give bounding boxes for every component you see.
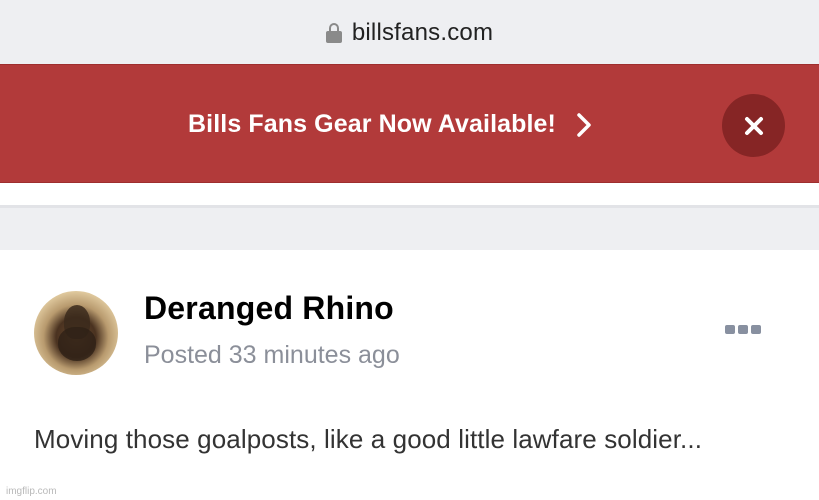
watermark: imgflip.com [6,486,57,497]
promo-banner-text: Bills Fans Gear Now Available! [188,110,556,138]
url-container[interactable]: billsfans.com [325,19,493,47]
post-body: Moving those goalposts, like a good litt… [34,424,703,454]
more-options-button[interactable] [725,322,761,336]
lock-icon [325,23,342,43]
section-gap [0,208,819,250]
forum-post: Deranged Rhino Posted 33 minutes ago Mov… [0,250,819,500]
more-options-icon [725,324,735,334]
browser-url-bar[interactable]: billsfans.com [0,0,819,64]
close-banner-button[interactable] [722,94,785,157]
promo-banner: Bills Fans Gear Now Available! [0,64,819,183]
more-options-icon [738,324,748,334]
post-timestamp: Posted 33 minutes ago [144,341,400,369]
close-icon [744,116,763,135]
url-text[interactable]: billsfans.com [352,19,493,47]
promo-banner-link[interactable]: Bills Fans Gear Now Available! [0,65,700,184]
post-author-name[interactable]: Deranged Rhino [144,290,394,327]
avatar[interactable] [34,291,118,375]
banner-spacer [0,183,819,207]
more-options-icon [751,324,761,334]
chevron-right-icon [577,112,591,137]
